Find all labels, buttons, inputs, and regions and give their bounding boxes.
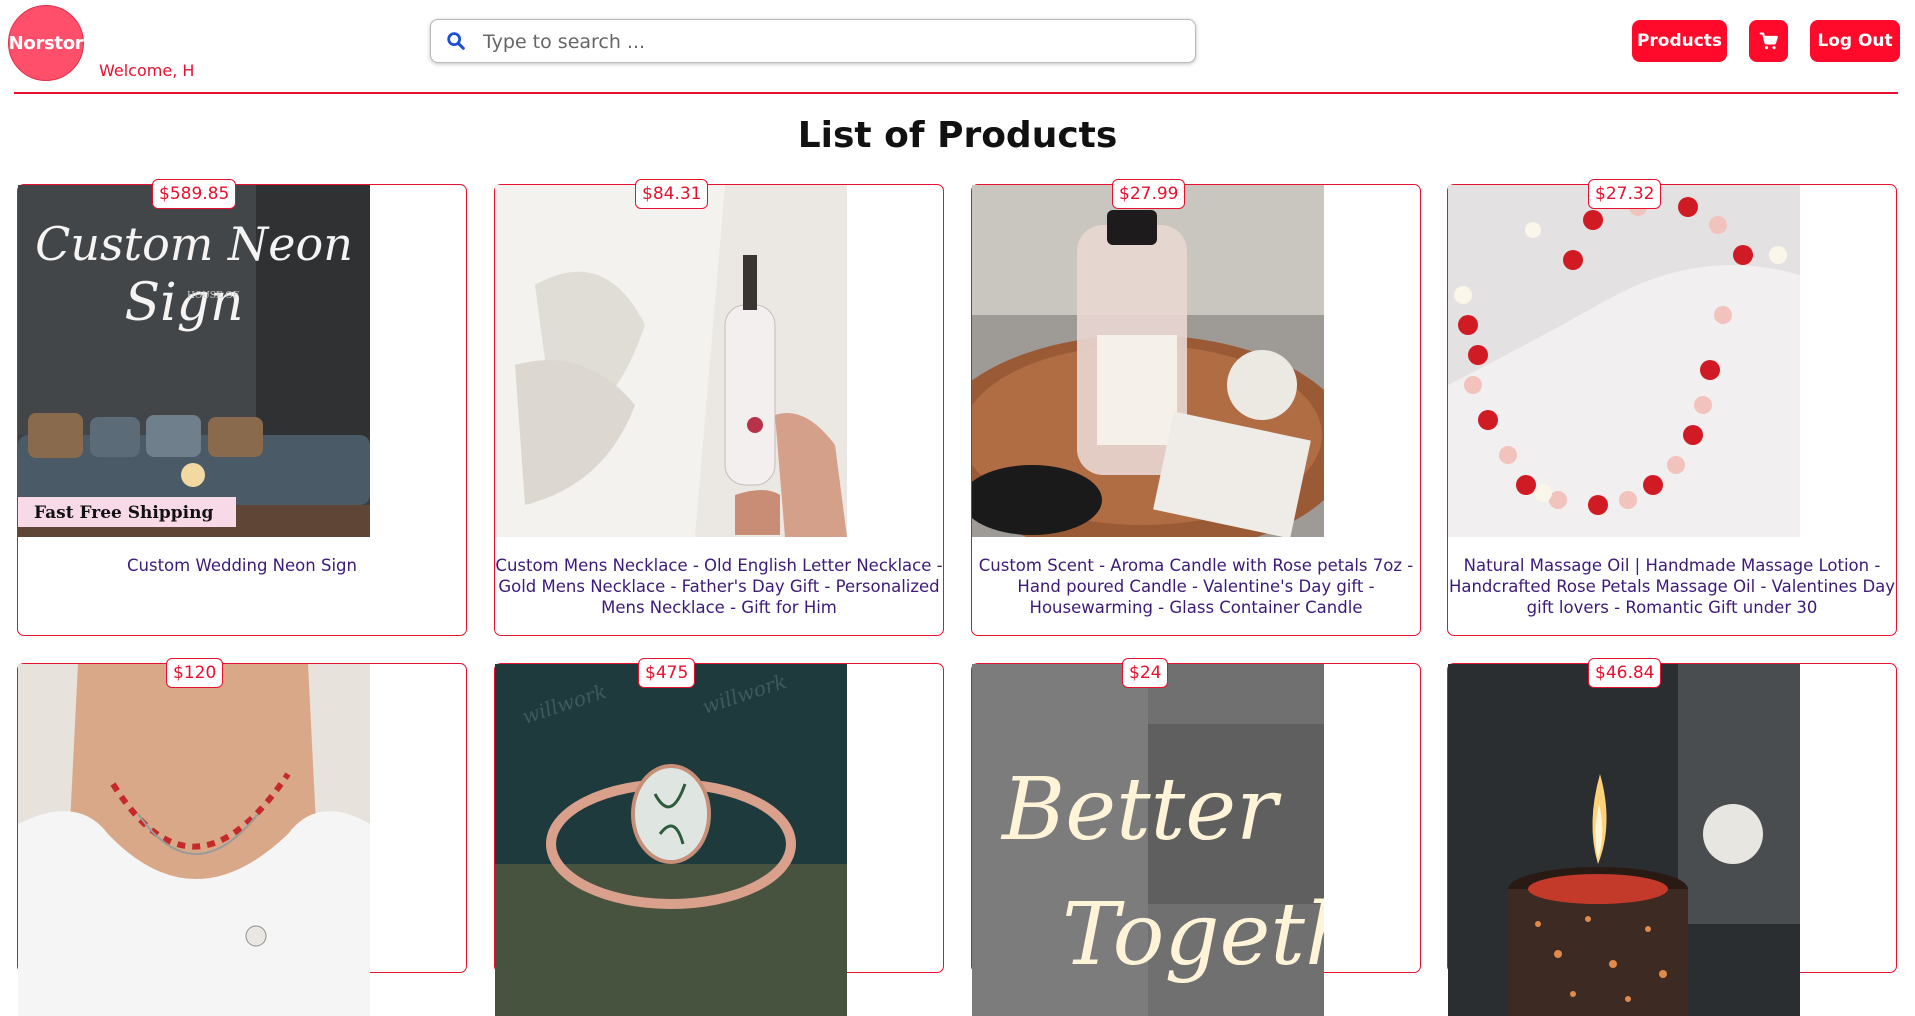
top-bar: Norstor Welcome, H Products Log Out: [0, 0, 1915, 94]
product-card[interactable]: Custom Neon Sign HOUSE OF Fast Free Ship…: [17, 179, 467, 636]
search-input[interactable]: [481, 20, 1185, 64]
neon-better-together-photo: Better Together: [972, 664, 1324, 1016]
page-title: List of Products: [797, 115, 1118, 156]
product-image[interactable]: willwork willwork: [495, 664, 847, 1016]
svg-text:Together: Together: [1062, 885, 1324, 985]
logout-button[interactable]: Log Out: [1810, 20, 1900, 62]
price-badge: $589.85: [152, 179, 237, 209]
svg-text:Better: Better: [1000, 760, 1282, 860]
price-badge: $27.32: [1588, 179, 1662, 209]
search-icon: [447, 32, 465, 50]
product-card[interactable]: $46.84: [1447, 658, 1897, 1016]
neon-sign-photo: Custom Neon Sign HOUSE OF Fast Free Ship…: [18, 185, 370, 537]
cart-icon: [1759, 32, 1778, 50]
product-card[interactable]: willwork willwork $475: [494, 658, 944, 1016]
product-image[interactable]: [1448, 185, 1800, 537]
search-bar[interactable]: [430, 19, 1196, 64]
product-card[interactable]: $84.31 Custom Mens Necklace - Old Englis…: [494, 179, 944, 636]
product-title[interactable]: Custom Mens Necklace - Old English Lette…: [495, 555, 943, 618]
svg-text:HOUSE OF: HOUSE OF: [187, 291, 239, 301]
product-image[interactable]: Custom Neon Sign HOUSE OF Fast Free Ship…: [18, 185, 370, 537]
product-image[interactable]: Better Together: [972, 664, 1324, 1016]
product-card[interactable]: $27.99 Custom Scent - Aroma Candle with …: [971, 179, 1421, 636]
welcome-text: Welcome, H: [99, 61, 195, 80]
product-card[interactable]: $120: [17, 658, 467, 1016]
candle-bottle-photo: [972, 185, 1324, 537]
cart-button[interactable]: [1749, 20, 1788, 62]
products-button[interactable]: Products: [1632, 20, 1727, 62]
header-divider: [14, 92, 1898, 94]
product-title[interactable]: Custom Scent - Aroma Candle with Rose pe…: [972, 555, 1420, 618]
price-badge: $46.84: [1588, 658, 1662, 688]
svg-text:Fast Free Shipping: Fast Free Shipping: [34, 503, 213, 523]
product-card[interactable]: $27.32 Natural Massage Oil | Handmade Ma…: [1447, 179, 1897, 636]
price-badge: $24: [1122, 658, 1169, 688]
logo[interactable]: Norstor: [8, 5, 84, 81]
product-card[interactable]: Better Together $24: [971, 658, 1421, 1016]
product-title[interactable]: Custom Wedding Neon Sign: [18, 555, 466, 576]
svg-text:Custom Neon: Custom Neon: [35, 217, 353, 271]
candle-flame-photo: [1448, 664, 1800, 1016]
moss-agate-ring-photo: willwork willwork: [495, 664, 847, 1016]
product-image[interactable]: [1448, 664, 1800, 1016]
product-title[interactable]: Natural Massage Oil | Handmade Massage L…: [1448, 555, 1896, 618]
price-badge: $27.99: [1112, 179, 1186, 209]
price-badge: $120: [166, 658, 224, 688]
price-badge: $84.31: [635, 179, 709, 209]
price-badge: $475: [638, 658, 696, 688]
bead-necklace-photo: [1448, 185, 1800, 537]
svg-text:Sign: Sign: [124, 273, 243, 333]
product-image[interactable]: [495, 185, 847, 537]
dropper-bottle-photo: [495, 185, 847, 537]
product-image[interactable]: [18, 664, 370, 1016]
product-image[interactable]: [972, 185, 1324, 537]
necklace-on-neck-photo: [18, 664, 370, 1016]
